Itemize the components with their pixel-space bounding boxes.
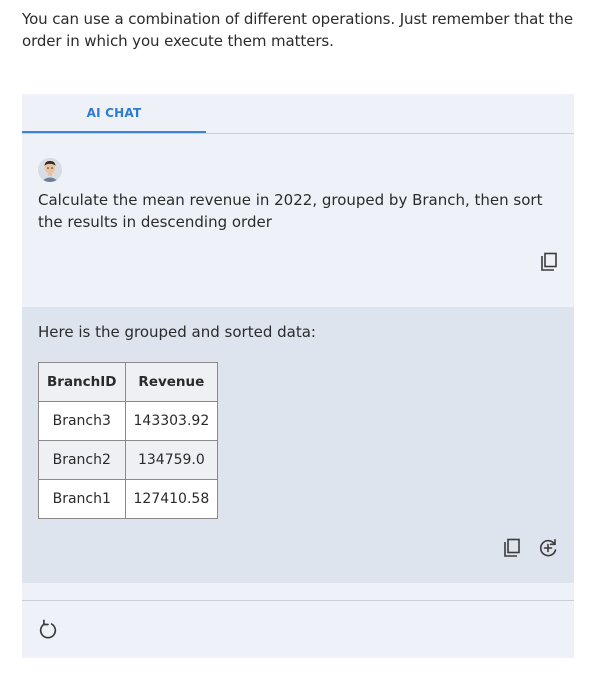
refresh-icon[interactable] bbox=[37, 619, 59, 641]
chat-footer bbox=[22, 600, 574, 658]
column-header-revenue: Revenue bbox=[124, 362, 219, 402]
cell-revenue: 127410.58 bbox=[124, 479, 219, 519]
cell-revenue: 143303.92 bbox=[124, 401, 219, 441]
regenerate-plus-icon[interactable] bbox=[537, 537, 559, 559]
user-message-text: Calculate the mean revenue in 2022, grou… bbox=[38, 191, 543, 231]
table-row: Branch3 143303.92 bbox=[38, 401, 219, 441]
tab-ai-chat[interactable]: AI CHAT bbox=[22, 94, 206, 133]
cell-branch: Branch1 bbox=[38, 479, 126, 519]
table-row: Branch2 134759.0 bbox=[38, 440, 219, 480]
table-header-row: BranchID Revenue bbox=[38, 362, 219, 402]
tab-bar: AI CHAT bbox=[22, 94, 574, 134]
cell-revenue: 134759.0 bbox=[124, 440, 219, 480]
ai-chat-panel: AI CHAT Calculate the mean revenue in 20… bbox=[22, 94, 574, 658]
copy-icon[interactable] bbox=[538, 251, 560, 273]
result-table: BranchID Revenue Branch3 143303.92 Branc… bbox=[38, 362, 219, 519]
table-row: Branch1 127410.58 bbox=[38, 479, 219, 519]
assistant-message: Here is the grouped and sorted data: Bra… bbox=[22, 307, 574, 583]
user-message: Calculate the mean revenue in 2022, grou… bbox=[22, 134, 574, 307]
cell-branch: Branch3 bbox=[38, 401, 126, 441]
intro-paragraph: You can use a combination of different o… bbox=[22, 10, 573, 50]
copy-icon[interactable] bbox=[501, 537, 523, 559]
column-header-branchid: BranchID bbox=[38, 362, 126, 402]
assistant-message-text: Here is the grouped and sorted data: bbox=[38, 323, 316, 341]
avatar bbox=[38, 158, 62, 182]
cell-branch: Branch2 bbox=[38, 440, 126, 480]
